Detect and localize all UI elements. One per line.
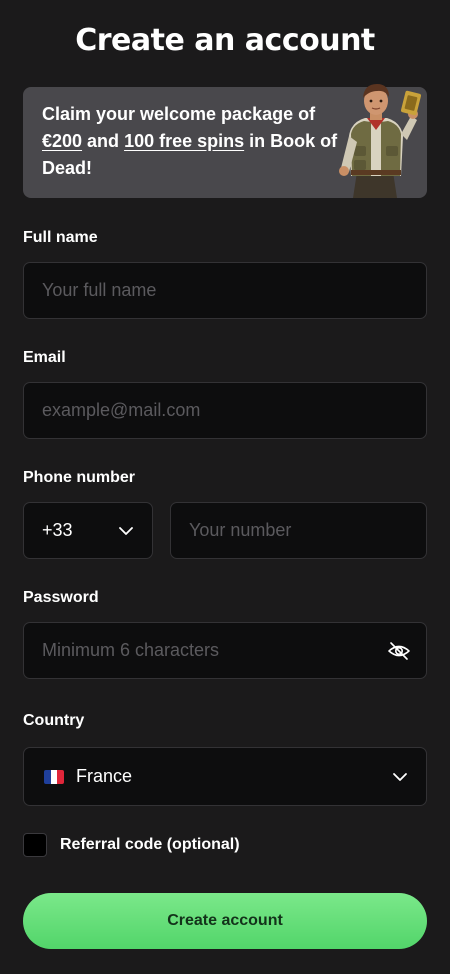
phone-country-code-select[interactable]: +33 bbox=[23, 502, 153, 559]
full-name-input[interactable] bbox=[42, 263, 408, 318]
email-label: Email bbox=[23, 349, 66, 366]
phone-number-input[interactable] bbox=[189, 503, 408, 558]
promo-amount: €200 bbox=[42, 131, 83, 151]
password-field[interactable] bbox=[23, 622, 427, 679]
full-name-label: Full name bbox=[23, 229, 98, 246]
password-input[interactable] bbox=[42, 623, 372, 678]
country-select[interactable]: France bbox=[23, 747, 427, 806]
promo-free-spins: 100 free spins bbox=[124, 131, 245, 151]
full-name-field[interactable] bbox=[23, 262, 427, 319]
flag-stripe-white bbox=[50, 769, 58, 784]
phone-country-code-value: +33 bbox=[42, 520, 73, 540]
create-account-page: Create an account Claim your welcome pac… bbox=[0, 0, 450, 974]
phone-number-label: Phone number bbox=[23, 469, 136, 486]
referral-code-checkbox[interactable] bbox=[23, 833, 47, 857]
flag-stripe-blue bbox=[44, 769, 51, 784]
promo-text-intro: Claim your welcome package of bbox=[42, 104, 316, 124]
password-label: Password bbox=[23, 589, 99, 606]
email-input[interactable] bbox=[42, 383, 408, 438]
eye-off-icon[interactable] bbox=[387, 639, 411, 663]
email-field[interactable] bbox=[23, 382, 427, 439]
promo-text-and: and bbox=[82, 131, 125, 151]
promo-text: Claim your welcome package of €200 and 1… bbox=[42, 101, 342, 182]
chevron-down-icon bbox=[393, 772, 407, 781]
create-account-button[interactable]: Create account bbox=[23, 893, 427, 949]
country-label: Country bbox=[23, 712, 85, 729]
country-value: France bbox=[76, 766, 133, 786]
chevron-down-icon bbox=[119, 526, 133, 535]
page-title: Create an account bbox=[75, 23, 375, 58]
phone-number-field[interactable] bbox=[170, 502, 427, 559]
france-flag-icon bbox=[44, 769, 64, 784]
flag-stripe-red bbox=[57, 769, 64, 784]
referral-code-label[interactable]: Referral code (optional) bbox=[60, 835, 240, 855]
adventurer-character-illustration bbox=[339, 84, 421, 198]
welcome-promo-banner: Claim your welcome package of €200 and 1… bbox=[23, 84, 427, 198]
